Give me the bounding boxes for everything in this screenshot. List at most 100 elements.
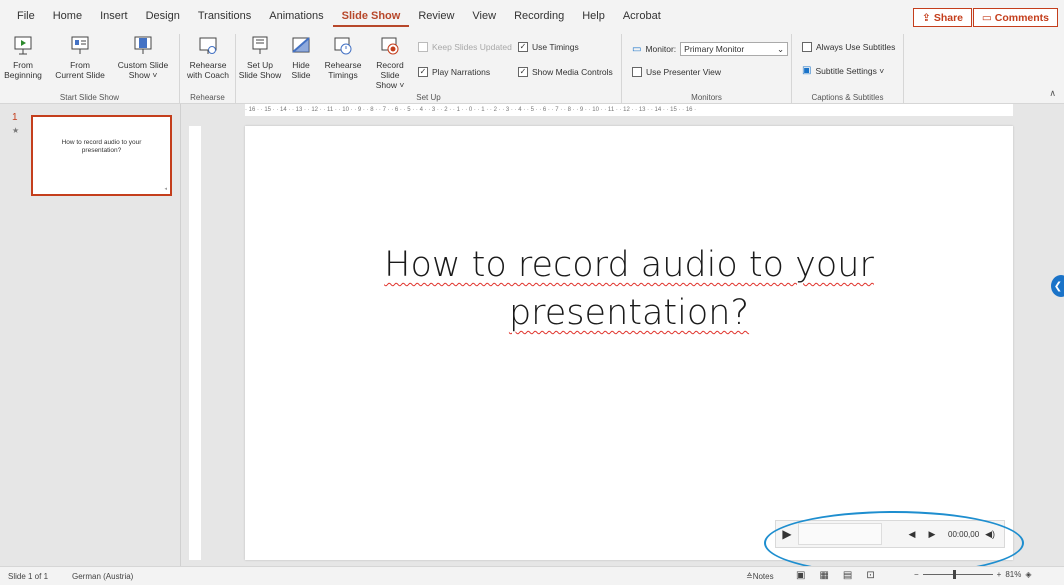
group-label-captions: Captions & Subtitles (811, 93, 884, 102)
slide-title[interactable]: How to record audio to your presentation… (245, 241, 1013, 337)
share-icon: ⇪ (922, 11, 931, 24)
tab-help[interactable]: Help (573, 10, 614, 27)
zoom-in-button[interactable]: + (997, 570, 1002, 579)
checkbox-always-subtitles (802, 42, 812, 52)
normal-view-icon[interactable]: ▣ (796, 570, 805, 581)
show-media-controls-label: Show Media Controls (532, 67, 613, 77)
use-timings-checkbox[interactable]: ✓ Use Timings (518, 42, 579, 52)
custom-slide-show-button[interactable]: Custom Slide Show ˅ (112, 34, 174, 80)
set-up-slide-show-button[interactable]: Set Up Slide Show (238, 34, 282, 80)
hide-slide-label: Hide Slide (291, 60, 311, 80)
reading-view-icon[interactable]: ▤ (843, 570, 852, 581)
step-back-icon: ◀ (908, 528, 916, 539)
group-label-start-slide-show: Start Slide Show (59, 93, 120, 102)
group-set-up: Set Up Slide Show Hide Slide Rehearse Ti… (236, 34, 622, 104)
monitor-dropdown[interactable]: Primary Monitor ⌄ (680, 42, 789, 56)
chevron-down-icon: ⌄ (777, 43, 785, 54)
horizontal-ruler: · 16 · · 15 · · 14 · · 13 · · 12 · · 11 … (245, 104, 1013, 116)
notes-button[interactable]: ≙Notes (746, 572, 774, 581)
always-subtitles-checkbox[interactable]: Always Use Subtitles (802, 42, 895, 52)
media-progress-track[interactable] (798, 523, 882, 545)
check-icon: ✓ (418, 67, 428, 77)
always-subtitles-label: Always Use Subtitles (816, 42, 896, 52)
comments-button[interactable]: ▭ Comments (972, 8, 1058, 27)
zoom-slider[interactable] (922, 570, 993, 579)
tab-slide-show[interactable]: Slide Show (332, 10, 410, 27)
vertical-ruler (189, 126, 201, 560)
group-start-slide-show: From Beginning From Current Slide Custom… (0, 34, 180, 104)
tab-view[interactable]: View (463, 10, 505, 27)
presenter-view-label: Use Presenter View (646, 67, 721, 77)
slide-number: 1 (12, 112, 18, 123)
media-controls: ▶ ◀ ▶ 00:00,00 ◀) (775, 520, 1005, 548)
ribbon: From Beginning From Current Slide Custom… (0, 34, 1064, 104)
side-panel-toggle[interactable]: ❮ (1051, 275, 1064, 297)
slide-canvas[interactable]: How to record audio to your presentation… (245, 126, 1013, 560)
fit-slide-icon[interactable]: ◈ (1025, 570, 1031, 579)
menu-bar: File Home Insert Design Transitions Animation… (0, 0, 1064, 34)
setup-show-label: Set Up Slide Show (238, 60, 282, 80)
notes-icon: ≙ (746, 572, 753, 581)
check-icon: ✓ (518, 42, 528, 52)
rehearse-timings-label: Rehearse Timings (324, 60, 362, 80)
record-slide-show-button[interactable]: Record Slide Show ˅ (366, 34, 414, 90)
tab-animations[interactable]: Animations (260, 10, 332, 27)
keep-updated-label: Keep Slides Updated (432, 42, 512, 52)
show-media-controls-checkbox[interactable]: ✓ Show Media Controls (518, 67, 613, 77)
thumbnail-pane: 1 ★ How to record audio to your presenta… (0, 104, 181, 566)
hide-slide-button[interactable]: Hide Slide (284, 34, 318, 80)
step-back-button[interactable]: ◀ (902, 529, 922, 540)
subtitle-settings-button[interactable]: ▣ Subtitle Settings ˅ (802, 65, 884, 76)
setup-show-icon (252, 36, 268, 54)
media-marker-icon: ◂ (164, 186, 167, 192)
volume-button[interactable]: ◀) (985, 529, 995, 540)
custom-show-label: Custom Slide Show ˅ (117, 60, 169, 80)
tab-design[interactable]: Design (137, 10, 189, 27)
play-button[interactable]: ▶ (776, 521, 798, 547)
play-narrations-checkbox[interactable]: ✓ Play Narrations (418, 67, 490, 77)
check-icon: ✓ (518, 67, 528, 77)
checkbox-keep-updated (418, 42, 428, 52)
tab-transitions[interactable]: Transitions (189, 10, 260, 27)
custom-show-icon (134, 36, 152, 54)
checkbox-presenter-view (632, 67, 642, 77)
play-icon: ▶ (782, 527, 792, 541)
zoom-level[interactable]: 81% (1005, 570, 1021, 579)
rehearse-coach-icon (199, 37, 217, 54)
rehearse-timings-button[interactable]: Rehearse Timings (320, 34, 366, 80)
thumbnail-text: How to record audio to your presentation… (61, 139, 142, 154)
ribbon-tabs: File Home Insert Design Transitions Animation… (8, 10, 670, 27)
collapse-ribbon-icon[interactable]: ∧ (1049, 88, 1056, 99)
slideshow-view-icon[interactable]: ⊡ (866, 570, 874, 581)
rehearse-with-coach-button[interactable]: Rehearse with Coach (184, 34, 232, 80)
zoom-slider-knob[interactable] (952, 570, 956, 579)
record-show-label: Record Slide Show ˅ (375, 60, 405, 90)
view-buttons: ▣ ▦ ▤ ⊡ (796, 570, 875, 581)
monitor-value: Primary Monitor (684, 44, 745, 54)
slide-sorter-icon[interactable]: ▦ (819, 570, 828, 581)
notes-label: Notes (752, 572, 774, 581)
from-current-slide-button[interactable]: From Current Slide (52, 34, 108, 80)
from-beginning-button[interactable]: From Beginning (2, 34, 44, 80)
group-label-monitors: Monitors (691, 93, 722, 102)
keep-slides-updated-checkbox[interactable]: Keep Slides Updated (418, 42, 512, 52)
zoom-out-button[interactable]: − (914, 570, 919, 579)
language-indicator[interactable]: German (Austria) (72, 572, 133, 581)
presenter-view-checkbox[interactable]: Use Presenter View (632, 67, 721, 77)
share-button[interactable]: ⇪ Share (913, 8, 972, 27)
step-forward-icon: ▶ (928, 528, 936, 539)
tab-home[interactable]: Home (44, 10, 91, 27)
tab-acrobat[interactable]: Acrobat (614, 10, 670, 27)
tab-recording[interactable]: Recording (505, 10, 573, 27)
step-forward-button[interactable]: ▶ (922, 529, 942, 540)
tab-review[interactable]: Review (409, 10, 463, 27)
monitor-label: Monitor: (645, 44, 677, 54)
use-timings-label: Use Timings (532, 42, 579, 52)
monitor-icon: ▭ (632, 43, 642, 55)
chevron-left-icon: ❮ (1053, 280, 1063, 292)
slide-thumbnail[interactable]: How to record audio to your presentation… (31, 115, 172, 196)
tab-file[interactable]: File (8, 10, 44, 27)
from-beginning-label: From Beginning (4, 60, 42, 80)
tab-insert[interactable]: Insert (91, 10, 137, 27)
slide-title-line1: How to record audio to your (384, 245, 874, 285)
